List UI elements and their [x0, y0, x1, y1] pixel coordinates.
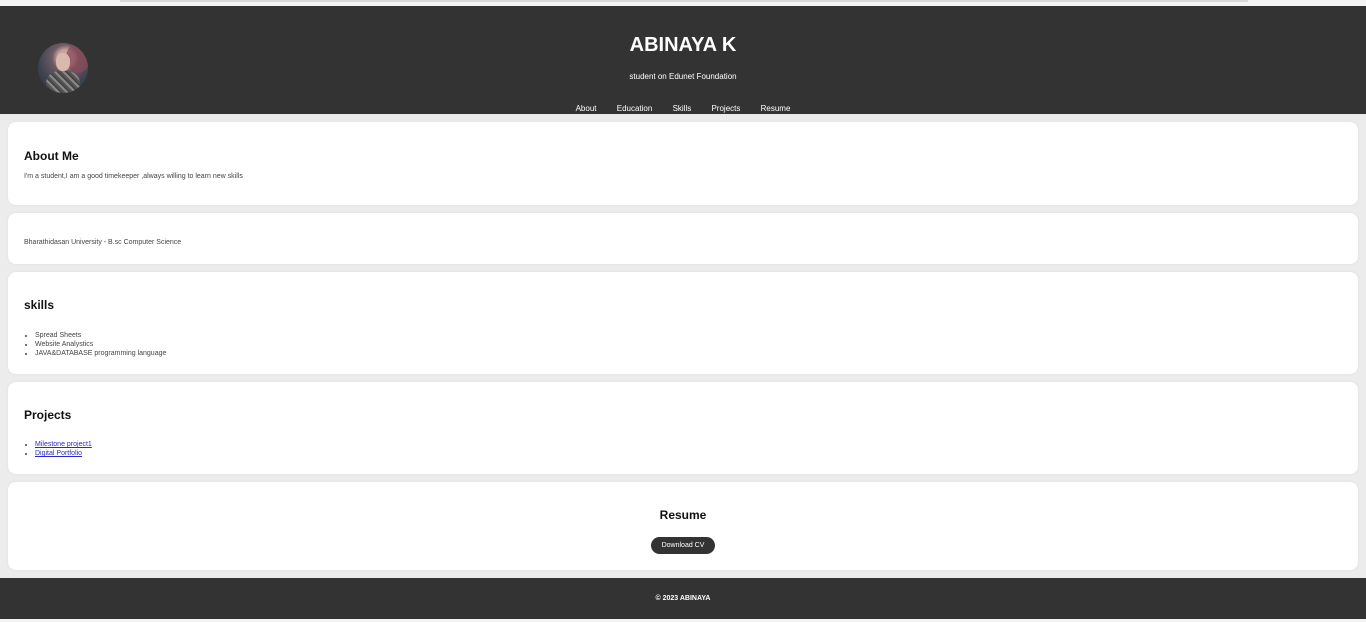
page-subtitle: student on Edunet Foundation: [629, 72, 737, 81]
list-item: Digital Portfolio: [35, 449, 92, 458]
resume-heading: Resume: [659, 508, 707, 522]
browser-address-bar-edge: [120, 0, 1248, 2]
site-header: ABINAYA K student on Edunet Foundation A…: [0, 6, 1366, 114]
nav-link-skills[interactable]: Skills: [673, 104, 692, 113]
site-footer: © 2023 ABINAYA: [0, 578, 1366, 619]
about-text: I'm a student,I am a good timekeeper ,al…: [24, 173, 243, 180]
skills-heading: skills: [24, 298, 55, 312]
project-link-milestone[interactable]: Milestone project1: [35, 441, 92, 448]
resume-section: Resume Download CV: [8, 482, 1358, 570]
projects-list: Milestone project1 Digital Portfolio: [24, 440, 92, 458]
page-title: ABINAYA K: [629, 34, 737, 56]
education-section: Bharathidasan University - B.sc Computer…: [8, 213, 1358, 264]
copyright-text: © 2023 ABINAYA: [655, 595, 711, 602]
nav-link-about[interactable]: About: [576, 104, 597, 113]
nav-link-projects[interactable]: Projects: [711, 104, 740, 113]
project-link-digital-portfolio[interactable]: Digital Portfolio: [35, 450, 82, 457]
list-item: Milestone project1: [35, 440, 92, 449]
download-cv-button[interactable]: Download CV: [651, 537, 715, 554]
list-item: Spread Sheets: [35, 331, 166, 340]
nav-link-education[interactable]: Education: [617, 104, 653, 113]
projects-heading: Projects: [24, 408, 72, 422]
nav-link-resume[interactable]: Resume: [761, 104, 791, 113]
main-nav: About Education Skills Projects Resume: [0, 104, 1366, 113]
list-item: JAVA&DATABASE programming language: [35, 349, 166, 358]
about-heading: About Me: [24, 149, 79, 163]
skills-list: Spread Sheets Website Analystics JAVA&DA…: [24, 331, 166, 358]
education-text: Bharathidasan University - B.sc Computer…: [24, 239, 182, 246]
skills-section: skills Spread Sheets Website Analystics …: [8, 272, 1358, 374]
about-section: About Me I'm a student,I am a good timek…: [8, 122, 1358, 205]
list-item: Website Analystics: [35, 340, 166, 349]
projects-section: Projects Milestone project1 Digital Port…: [8, 382, 1358, 474]
